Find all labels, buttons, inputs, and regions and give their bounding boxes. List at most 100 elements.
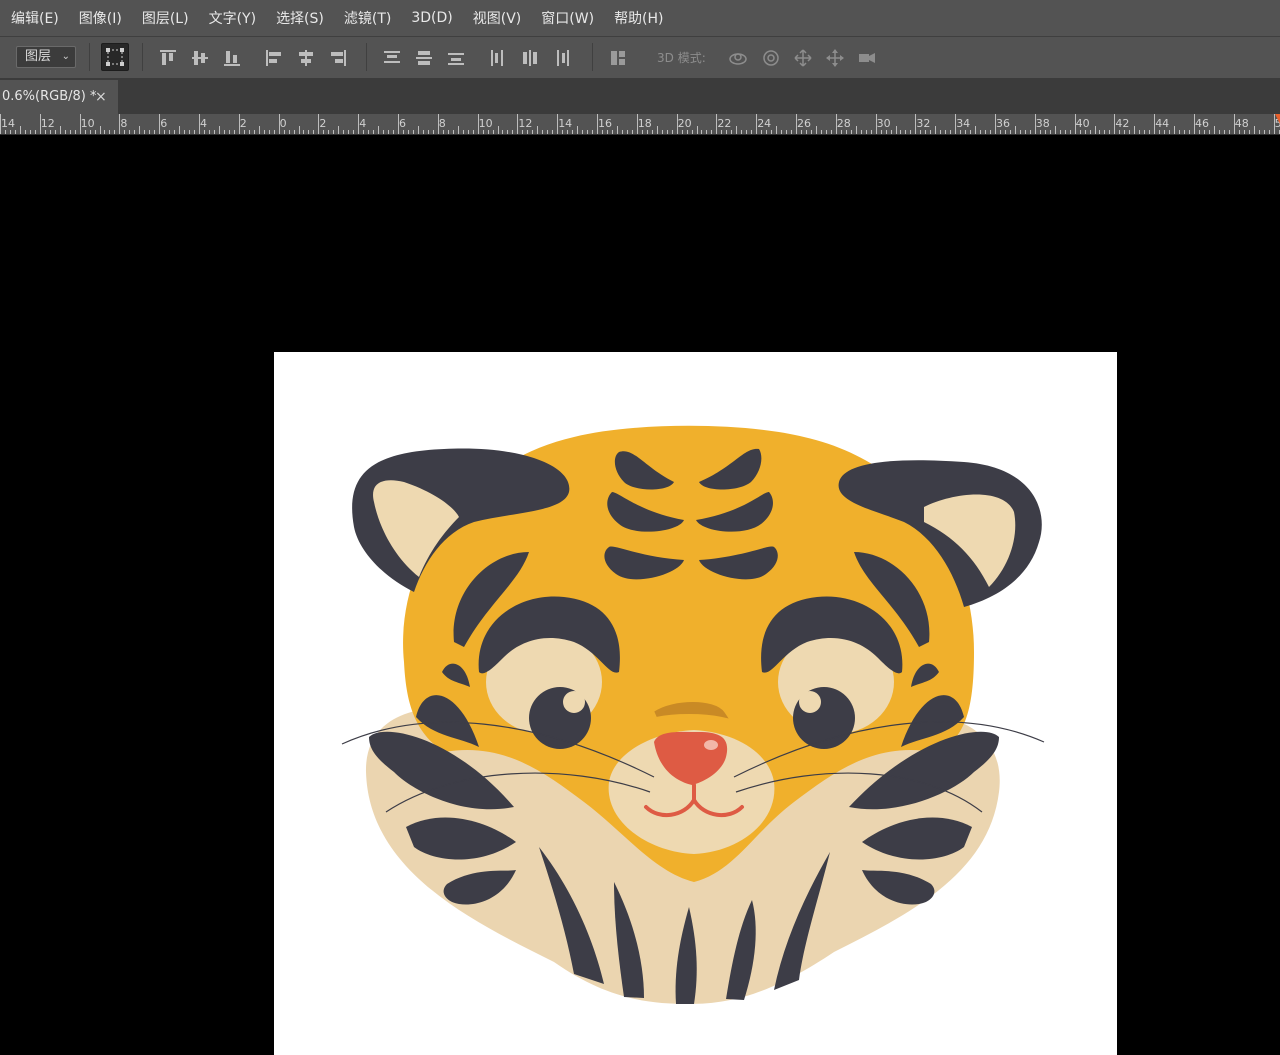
ruler-tick bbox=[1258, 130, 1260, 134]
ruler-label: 12 bbox=[40, 117, 55, 130]
ruler-tick bbox=[741, 130, 743, 134]
ruler-tick bbox=[621, 130, 623, 134]
canvas-workspace[interactable] bbox=[0, 135, 1280, 1055]
ruler-tick bbox=[1144, 130, 1146, 134]
slide-3d-icon[interactable] bbox=[825, 48, 845, 68]
left-eye-highlight bbox=[563, 691, 585, 713]
ruler-tick bbox=[1074, 114, 1076, 134]
ruler-tick bbox=[1154, 114, 1156, 134]
align-bottom-icon[interactable] bbox=[222, 48, 242, 68]
menu-item[interactable]: 编辑(E) bbox=[0, 8, 68, 28]
drag-3d-icon[interactable] bbox=[793, 48, 813, 68]
scale-3d-icon[interactable] bbox=[857, 48, 877, 68]
ruler-tick bbox=[169, 130, 171, 134]
menu-item[interactable]: 3D(D) bbox=[400, 10, 461, 26]
ruler-tick bbox=[1174, 126, 1176, 134]
ruler-tick bbox=[273, 130, 275, 134]
distribute-right-icon[interactable] bbox=[552, 48, 572, 68]
ruler-tick bbox=[268, 130, 270, 134]
roll-3d-icon[interactable] bbox=[761, 48, 781, 68]
menu-item[interactable]: 图像(I) bbox=[68, 8, 131, 28]
align-right-icon[interactable] bbox=[328, 48, 348, 68]
menu-item[interactable]: 文字(Y) bbox=[198, 8, 265, 28]
ruler-tick bbox=[253, 130, 255, 134]
ruler-tick bbox=[288, 130, 290, 134]
ruler-tick bbox=[203, 130, 205, 134]
horizontal-ruler[interactable]: 14 12 10 8 6 4 2 0 2 4 6 8 10 12 14 16 18 20 22 24 26 28 30 32 3… bbox=[0, 114, 1280, 135]
ruler-tick bbox=[631, 130, 633, 134]
divider bbox=[142, 43, 143, 71]
ruler-tick bbox=[54, 130, 56, 134]
auto-select-dropdown[interactable]: 图层 ⌄ bbox=[16, 46, 76, 68]
ruler-tick bbox=[1149, 130, 1151, 134]
ruler-tick bbox=[736, 126, 738, 134]
distribute-top-icon[interactable] bbox=[382, 48, 402, 68]
ruler-tick bbox=[487, 130, 489, 134]
ruler-label: 14 bbox=[1, 117, 15, 130]
ruler-tick bbox=[671, 130, 673, 134]
menu-item[interactable]: 滤镜(T) bbox=[333, 8, 400, 28]
distribute-bottom-icon[interactable] bbox=[446, 48, 466, 68]
ruler-tick bbox=[1213, 126, 1215, 134]
ruler-tick bbox=[124, 130, 126, 134]
ruler-tick bbox=[1054, 126, 1056, 134]
close-icon[interactable]: × bbox=[95, 80, 107, 114]
distribute-left-icon[interactable] bbox=[488, 48, 508, 68]
ruler-tick bbox=[815, 126, 817, 134]
ruler-tick bbox=[402, 130, 404, 134]
ruler-tick bbox=[945, 130, 947, 134]
ruler-tick bbox=[303, 130, 305, 134]
ruler-tick bbox=[363, 130, 365, 134]
ruler-tick bbox=[542, 130, 544, 134]
distribute-hcenter-icon[interactable] bbox=[520, 48, 540, 68]
ruler-tick bbox=[1104, 130, 1106, 134]
ruler-tick bbox=[139, 126, 141, 134]
ruler-tick bbox=[970, 130, 972, 134]
ruler-tick bbox=[771, 130, 773, 134]
show-transform-controls-button[interactable] bbox=[101, 43, 129, 71]
ruler-tick bbox=[1014, 126, 1016, 134]
menu-item[interactable]: 选择(S) bbox=[265, 8, 333, 28]
ruler-tick bbox=[1064, 130, 1066, 134]
ruler-tick bbox=[213, 130, 215, 134]
menu-item[interactable]: 图层(L) bbox=[131, 8, 198, 28]
ruler-tick bbox=[1184, 130, 1186, 134]
distribute-vcenter-icon[interactable] bbox=[414, 48, 434, 68]
divider bbox=[89, 43, 90, 71]
document-tab-bar: 0.6%(RGB/8) * × bbox=[0, 78, 1280, 114]
ruler-tick bbox=[1218, 130, 1220, 134]
ruler-tick bbox=[1114, 114, 1116, 134]
ruler-tick bbox=[691, 130, 693, 134]
align-left-icon[interactable] bbox=[264, 48, 284, 68]
menu-bar: 编辑(E) 图像(I) 图层(L) 文字(Y) 选择(S) 滤镜(T) 3D(D) 视图(V)… bbox=[0, 0, 1280, 36]
ruler-tick bbox=[412, 130, 414, 134]
document-canvas[interactable] bbox=[274, 352, 1117, 1055]
menu-item[interactable]: 帮助(H) bbox=[603, 8, 672, 28]
ruler-tick bbox=[537, 126, 539, 134]
ruler-tick bbox=[1129, 130, 1131, 134]
orbit-3d-icon[interactable] bbox=[728, 48, 748, 68]
ruler-label: 44 bbox=[1155, 117, 1170, 130]
align-hcenter-icon[interactable] bbox=[296, 48, 316, 68]
ruler-tick bbox=[407, 130, 409, 134]
ruler-tick bbox=[293, 130, 295, 134]
ruler-tick bbox=[49, 130, 51, 134]
ruler-tick bbox=[910, 130, 912, 134]
ruler-tick bbox=[597, 114, 598, 134]
document-tab[interactable]: 0.6%(RGB/8) * × bbox=[0, 80, 118, 114]
auto-align-icon[interactable] bbox=[608, 48, 628, 68]
menu-item[interactable]: 窗口(W) bbox=[530, 8, 603, 28]
tiger-illustration bbox=[341, 425, 1045, 1004]
ruler-tick bbox=[94, 130, 96, 134]
align-top-icon[interactable] bbox=[158, 48, 178, 68]
ruler-tick bbox=[14, 130, 16, 134]
nose-bridge bbox=[654, 702, 729, 719]
ruler-tick bbox=[0, 114, 1, 134]
document-tab-title: 0.6%(RGB/8) * bbox=[2, 89, 97, 104]
menu-item[interactable]: 视图(V) bbox=[462, 8, 531, 28]
ruler-tick bbox=[174, 130, 176, 134]
ruler-tick bbox=[353, 130, 355, 134]
ruler-tick bbox=[1268, 130, 1270, 134]
align-vcenter-icon[interactable] bbox=[190, 48, 210, 68]
ruler-tick bbox=[1194, 114, 1195, 134]
